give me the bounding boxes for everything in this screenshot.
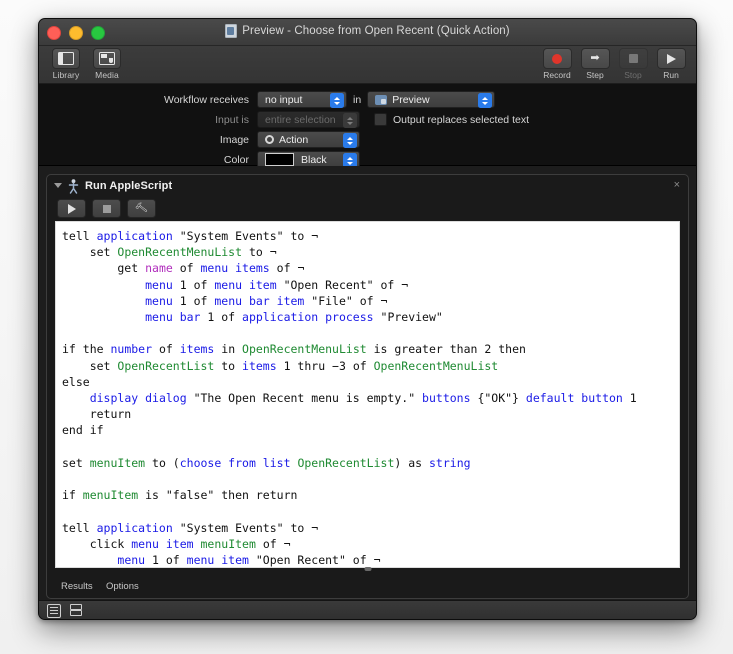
- window-title: Preview - Choose from Open Recent (Quick…: [242, 25, 510, 37]
- stop-icon: [628, 54, 638, 63]
- record-icon: [552, 53, 562, 64]
- image-value: Action: [279, 133, 309, 146]
- main-toolbar: Library Media Record ➡︎ Step Stop Run: [39, 46, 696, 84]
- action-footer: Results Options: [47, 576, 688, 598]
- run-label: Run: [663, 70, 679, 80]
- split-view-icon[interactable]: [70, 604, 82, 616]
- chevron-updown-icon: [343, 113, 357, 128]
- window-title-group: Preview - Choose from Open Recent (Quick…: [39, 24, 696, 38]
- automator-window: Preview - Choose from Open Recent (Quick…: [38, 18, 697, 620]
- script-compile-button[interactable]: 🔨︎: [127, 199, 156, 218]
- image-row: Image Action: [39, 130, 696, 149]
- color-value: Black: [301, 153, 327, 166]
- action-header: Run AppleScript ×: [47, 175, 688, 197]
- library-icon: [58, 52, 74, 65]
- workflow-receives-select[interactable]: no input: [257, 91, 347, 108]
- chevron-updown-icon: [330, 93, 344, 108]
- workflow-receives-row: Workflow receives no input in Preview: [39, 90, 696, 109]
- chevron-updown-icon: [343, 133, 357, 148]
- step-icon: ➡︎: [590, 52, 600, 64]
- document-icon: [225, 24, 238, 38]
- workflow-settings-panel: Workflow receives no input in Preview In…: [39, 84, 696, 168]
- workflow-receives-label: Workflow receives: [164, 93, 249, 106]
- image-label: Image: [219, 133, 249, 146]
- input-is-row: Input is entire selection Output replace…: [39, 110, 696, 129]
- color-label: Color: [223, 153, 249, 166]
- hammer-icon: 🔨︎: [134, 201, 149, 216]
- image-select[interactable]: Action: [257, 131, 360, 148]
- run-button-box: [656, 48, 686, 69]
- chevron-updown-icon: [478, 93, 493, 108]
- statusbar-icon-group: [47, 604, 82, 618]
- play-icon: [67, 203, 76, 214]
- run-applescript-action: Run AppleScript × 🔨︎ tell application "S…: [46, 174, 689, 599]
- toolbar-right-group: Record ➡︎ Step Stop Run: [541, 48, 687, 80]
- media-icon: [99, 52, 115, 65]
- target-app-select[interactable]: Preview: [367, 91, 496, 108]
- workflow-receives-value: no input: [265, 93, 303, 106]
- run-icon: [666, 53, 676, 64]
- tab-results[interactable]: Results: [61, 581, 93, 592]
- target-app-value: Preview: [392, 93, 430, 106]
- resize-grip[interactable]: [364, 567, 371, 571]
- input-is-select: entire selection: [257, 111, 360, 128]
- window-titlebar[interactable]: Preview - Choose from Open Recent (Quick…: [39, 19, 696, 46]
- output-replaces-checkbox[interactable]: [374, 113, 387, 126]
- list-view-icon[interactable]: [47, 604, 61, 618]
- record-button-box: [542, 48, 572, 69]
- media-label: Media: [95, 70, 119, 80]
- tab-options[interactable]: Options: [106, 581, 139, 592]
- output-replaces-label: Output replaces selected text: [393, 113, 529, 126]
- color-swatch: [265, 153, 294, 166]
- gear-icon: [265, 135, 274, 144]
- toolbar-left-group: Library Media: [49, 48, 124, 80]
- library-label: Library: [52, 70, 80, 80]
- action-title: Run AppleScript: [85, 180, 173, 192]
- close-icon[interactable]: ×: [674, 180, 680, 191]
- stop-button-box: [618, 48, 648, 69]
- preview-app-icon: [375, 94, 388, 105]
- disclosure-triangle-icon[interactable]: [54, 183, 62, 188]
- stop-square-icon: [102, 204, 111, 213]
- step-button-box: ➡︎: [580, 48, 610, 69]
- media-button[interactable]: Media: [90, 48, 124, 80]
- run-button[interactable]: Run: [655, 48, 687, 80]
- input-is-label: Input is: [215, 113, 249, 126]
- desktop-background: Preview - Choose from Open Recent (Quick…: [0, 0, 733, 654]
- applescript-editor[interactable]: tell application "System Events" to ¬ se…: [55, 221, 680, 568]
- step-button[interactable]: ➡︎ Step: [579, 48, 611, 80]
- library-button-box: [52, 48, 80, 69]
- step-label: Step: [586, 70, 604, 80]
- stop-label: Stop: [624, 70, 642, 80]
- stop-button: Stop: [617, 48, 649, 80]
- input-is-value: entire selection: [265, 113, 336, 126]
- script-run-button[interactable]: [57, 199, 86, 218]
- record-label: Record: [543, 70, 571, 80]
- library-button[interactable]: Library: [49, 48, 83, 80]
- record-button[interactable]: Record: [541, 48, 573, 80]
- applescript-source[interactable]: tell application "System Events" to ¬ se…: [56, 222, 679, 567]
- window-statusbar: [39, 600, 696, 619]
- script-stop-button[interactable]: [92, 199, 121, 218]
- in-word-label: in: [353, 93, 362, 106]
- applescript-icon: [67, 179, 80, 194]
- media-button-box: [93, 48, 121, 69]
- action-toolbar: 🔨︎: [57, 199, 156, 218]
- workflow-canvas: Run AppleScript × 🔨︎ tell application "S…: [39, 166, 696, 616]
